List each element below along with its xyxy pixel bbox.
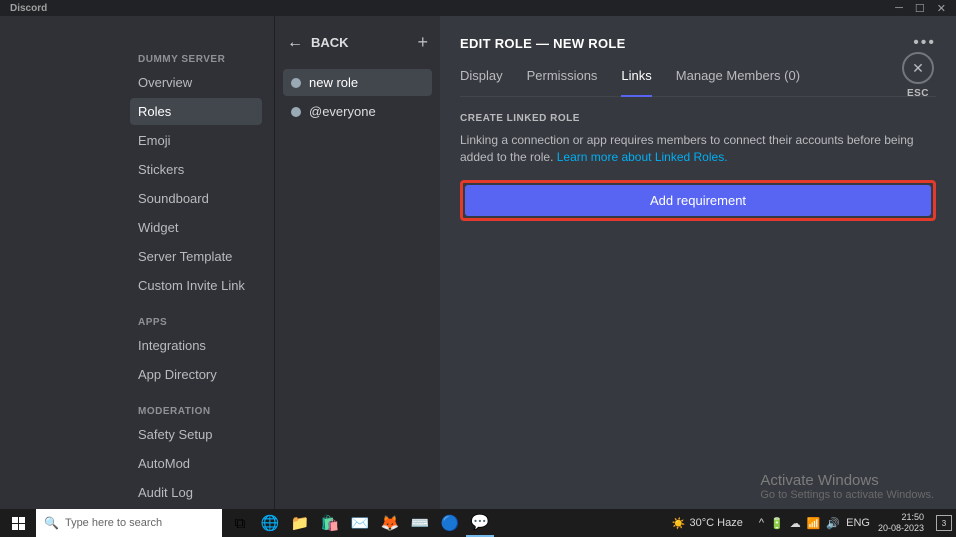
role-tabs: Display Permissions Links Manage Members… (460, 68, 936, 97)
window-minimize-icon[interactable]: ─ (895, 2, 903, 14)
sidebar-item-audit-log[interactable]: Audit Log (130, 479, 262, 506)
sidebar-item-server-template[interactable]: Server Template (130, 243, 262, 270)
taskbar-weather[interactable]: ☀️ 30°C Haze (672, 517, 743, 530)
arrow-left-icon: ← (287, 34, 303, 52)
sidebar-heading-server: DUMMY SERVER (138, 54, 262, 65)
role-item-label: new role (309, 75, 358, 90)
windows-taskbar: 🔍 Type here to search ⧉ 🌐 📁 🛍️ ✉️ 🦊 ⌨️ 🔵… (0, 509, 956, 537)
panel-title: EDIT ROLE — NEW ROLE (460, 36, 626, 51)
add-requirement-button[interactable]: Add requirement (465, 185, 931, 216)
taskbar-app-chrome[interactable]: 🔵 (436, 509, 464, 537)
sidebar-item-widget[interactable]: Widget (130, 214, 262, 241)
tray-battery-icon[interactable]: 🔋 (770, 517, 784, 530)
activate-windows-watermark: Activate Windows Go to Settings to activ… (760, 472, 934, 501)
back-button[interactable]: ← BACK (287, 34, 349, 52)
learn-more-link[interactable]: Learn more about Linked Roles. (557, 150, 728, 164)
role-item-new-role[interactable]: new role (283, 69, 432, 96)
taskbar-app-store[interactable]: 🛍️ (316, 509, 344, 537)
taskbar-app-firefox[interactable]: 🦊 (376, 509, 404, 537)
start-button[interactable] (0, 509, 36, 537)
tab-links[interactable]: Links (621, 68, 651, 97)
window-maximize-icon[interactable]: ☐ (915, 2, 925, 15)
sidebar-item-overview[interactable]: Overview (130, 69, 262, 96)
tray-wifi-icon[interactable]: 📶 (807, 517, 821, 530)
tray-chevron-icon[interactable]: ^ (759, 517, 764, 529)
close-settings-button[interactable]: ✕ ESC (902, 52, 934, 99)
sidebar-item-soundboard[interactable]: Soundboard (130, 185, 262, 212)
tray-language[interactable]: ENG (846, 517, 870, 529)
tab-display[interactable]: Display (460, 68, 503, 96)
weather-icon: ☀️ (672, 517, 686, 530)
linked-role-description: Linking a connection or app requires mem… (460, 132, 936, 166)
sidebar-item-app-directory[interactable]: App Directory (130, 361, 262, 388)
esc-label: ESC (907, 88, 929, 99)
taskbar-app-explorer[interactable]: 📁 (286, 509, 314, 537)
sidebar-item-stickers[interactable]: Stickers (130, 156, 262, 183)
linked-role-heading: CREATE LINKED ROLE (460, 113, 936, 124)
tray-volume-icon[interactable]: 🔊 (826, 517, 840, 530)
roles-list-column: ← BACK + new role @everyone (274, 16, 440, 509)
tab-permissions[interactable]: Permissions (527, 68, 598, 96)
taskbar-app-edge[interactable]: 🌐 (256, 509, 284, 537)
search-placeholder: Type here to search (65, 517, 162, 529)
search-icon: 🔍 (44, 516, 59, 530)
taskbar-app-mail[interactable]: ✉️ (346, 509, 374, 537)
role-color-dot-icon (291, 78, 301, 88)
close-icon: ✕ (912, 60, 924, 77)
sidebar-item-safety-setup[interactable]: Safety Setup (130, 421, 262, 448)
edit-role-panel: EDIT ROLE — NEW ROLE ••• Display Permiss… (440, 16, 956, 509)
tab-manage-members[interactable]: Manage Members (0) (676, 68, 800, 96)
more-options-icon[interactable]: ••• (913, 34, 936, 52)
taskbar-app-vscode[interactable]: ⌨️ (406, 509, 434, 537)
taskbar-clock[interactable]: 21:50 20-08-2023 (878, 512, 924, 534)
sidebar-item-automod[interactable]: AutoMod (130, 450, 262, 477)
sidebar-item-roles[interactable]: Roles (130, 98, 262, 125)
notification-center-icon[interactable]: 3 (936, 515, 952, 531)
role-item-everyone[interactable]: @everyone (283, 98, 432, 125)
sidebar-heading-moderation: MODERATION (138, 406, 262, 417)
add-role-button[interactable]: + (417, 32, 428, 53)
role-item-label: @everyone (309, 104, 376, 119)
sidebar-item-custom-invite[interactable]: Custom Invite Link (130, 272, 262, 299)
titlebar-app-name: Discord (4, 3, 47, 14)
task-view-icon[interactable]: ⧉ (226, 509, 254, 537)
back-label: BACK (311, 35, 349, 50)
windows-icon (12, 517, 25, 530)
sidebar-heading-apps: APPS (138, 317, 262, 328)
tray-onedrive-icon[interactable]: ☁ (790, 517, 801, 530)
sidebar-item-emoji[interactable]: Emoji (130, 127, 262, 154)
taskbar-app-discord[interactable]: 💬 (466, 509, 494, 537)
role-color-dot-icon (291, 107, 301, 117)
taskbar-search[interactable]: 🔍 Type here to search (36, 509, 222, 537)
sidebar-item-integrations[interactable]: Integrations (130, 332, 262, 359)
window-close-icon[interactable]: ✕ (937, 2, 946, 15)
add-requirement-highlight: Add requirement (460, 180, 936, 221)
settings-sidebar: DUMMY SERVER Overview Roles Emoji Sticke… (0, 16, 274, 509)
system-tray[interactable]: ^ 🔋 ☁ 📶 🔊 ENG (759, 517, 870, 530)
